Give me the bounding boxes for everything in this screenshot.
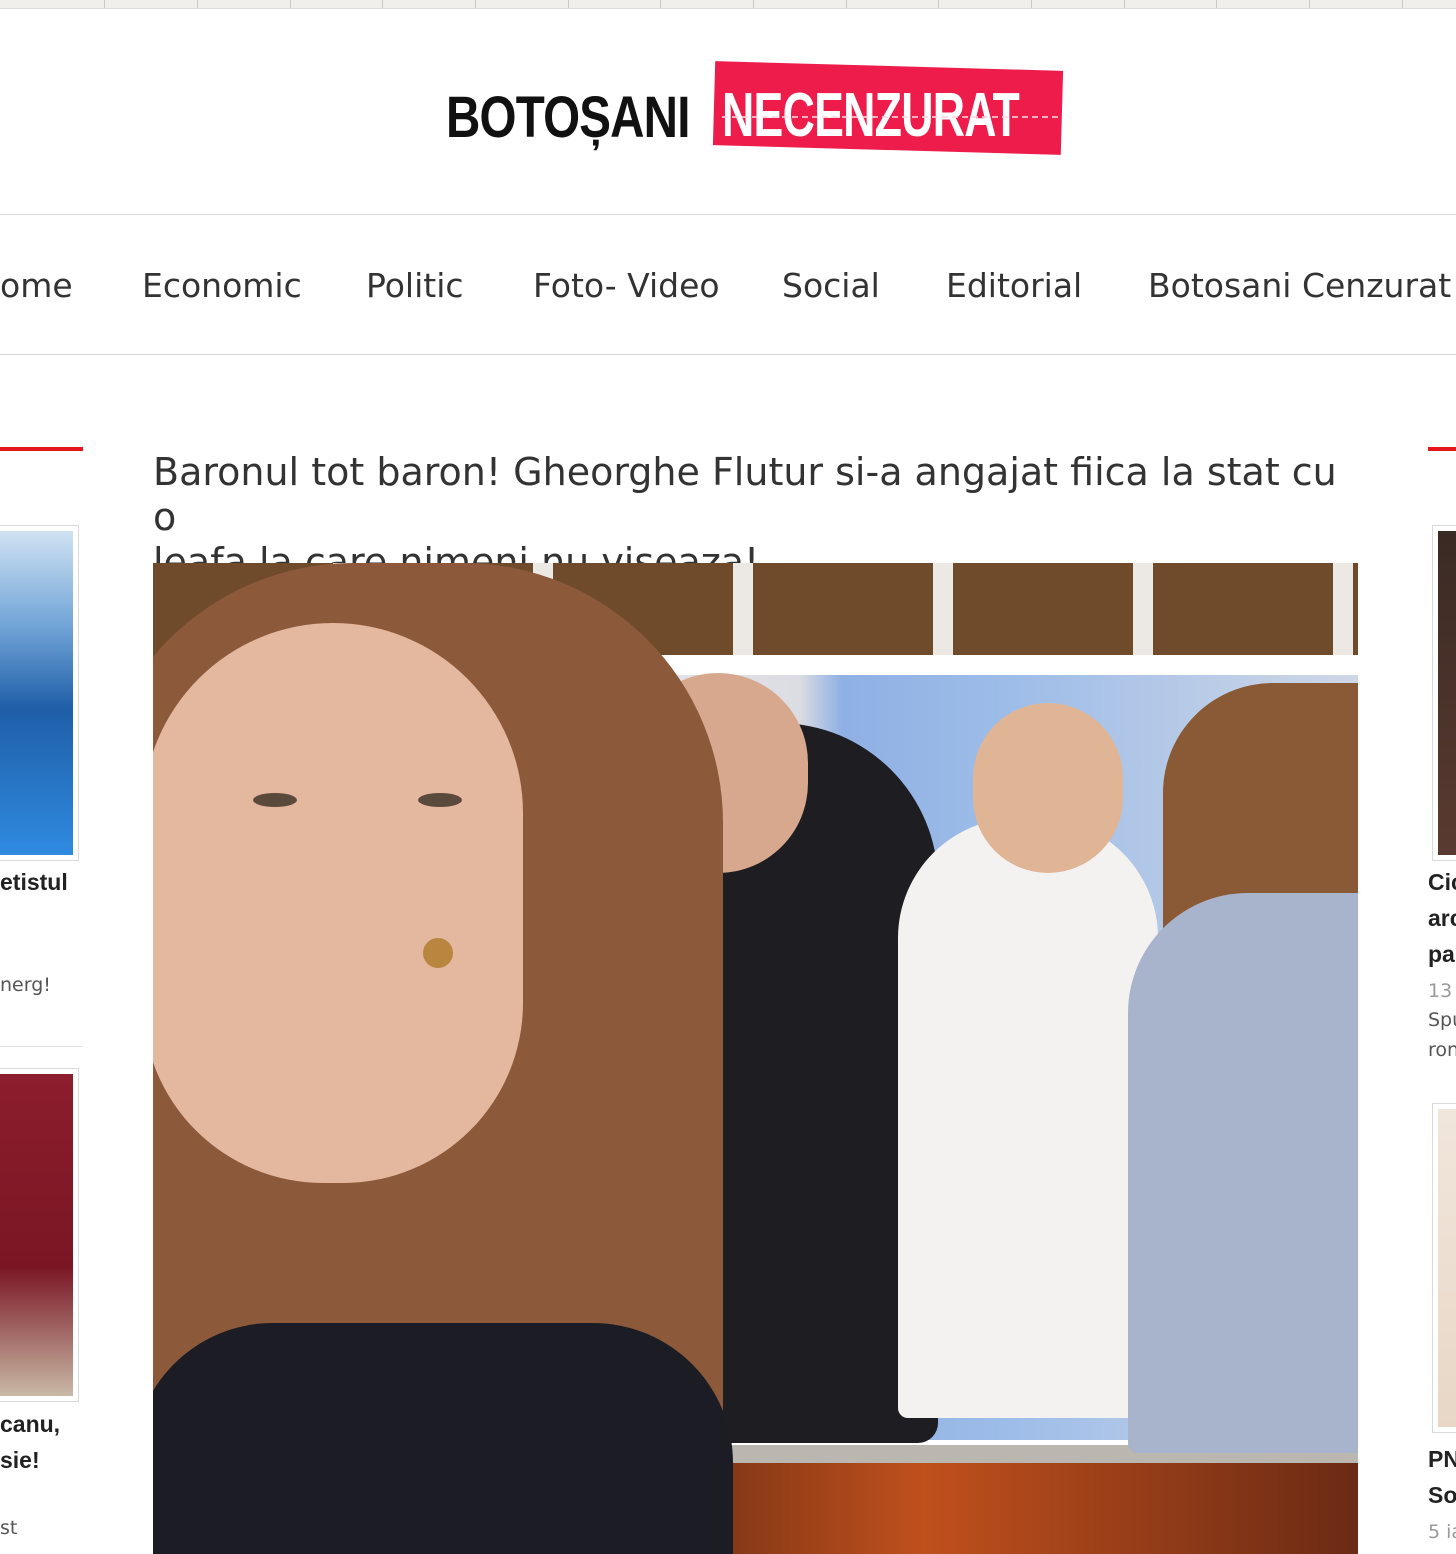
right-post1-date: 13 r (1428, 980, 1456, 1002)
article-hero-image[interactable] (153, 563, 1358, 1554)
article-title-line1: Baronul tot baron! Gheorghe Flutur si-a … (153, 450, 1337, 539)
left-post2-thumbnail[interactable] (0, 1068, 79, 1402)
left-post2-image (0, 1074, 73, 1396)
nav-item-editorial[interactable]: Editorial (946, 266, 1082, 305)
nav-item-botosani-cenzurat[interactable]: Botosani Cenzurat (1148, 266, 1451, 305)
right-post2-thumbnail[interactable] (1432, 1103, 1456, 1433)
left-post1-image (0, 531, 73, 855)
right-post1-thumbnail[interactable] (1432, 525, 1456, 861)
hero-older-woman-head (973, 703, 1123, 873)
right-post2-image (1438, 1109, 1456, 1427)
left-post2-excerpt: st (0, 1517, 18, 1539)
right-post1-image (1438, 531, 1456, 855)
hero-girl-eye (418, 793, 462, 807)
nav-top-border (0, 214, 1456, 215)
right-sidebar-accent-bar (1428, 447, 1456, 451)
hero-girl-face (153, 623, 523, 1183)
right-post2-headline-line2[interactable]: So (1428, 1477, 1456, 1514)
left-post1-excerpt: nerg! (0, 974, 51, 996)
nav-item-politic[interactable]: Politic (366, 266, 464, 305)
left-post2-headline-line2[interactable]: sie! (0, 1442, 40, 1479)
nav-item-home[interactable]: ome (0, 266, 73, 305)
right-post2-date: 5 ia (1428, 1521, 1456, 1543)
right-post1-headline-line1[interactable]: Cic (1428, 864, 1456, 901)
right-post1-excerpt-line1: Spu (1428, 1009, 1456, 1031)
hero-older-woman-figure (898, 818, 1158, 1418)
main-nav: ome Economic Politic Foto- Video Social … (0, 216, 1456, 354)
nav-item-foto-video[interactable]: Foto- Video (533, 266, 720, 305)
hero-girl-body (153, 1323, 733, 1554)
logo-zipper-line (722, 116, 1058, 118)
right-post1-excerpt-line2: ron (1428, 1039, 1456, 1061)
nav-bottom-border (0, 354, 1456, 355)
right-post1-headline-line3[interactable]: pa (1428, 936, 1455, 973)
left-sidebar-accent-bar (0, 447, 83, 451)
right-post1-headline-line2[interactable]: arc (1428, 900, 1456, 937)
logo-botosani-text: BOTOȘANI (446, 85, 690, 150)
browser-strip (0, 0, 1456, 9)
nav-item-economic[interactable]: Economic (142, 266, 302, 305)
right-post2-headline-line1[interactable]: PN (1428, 1441, 1456, 1478)
left-post1-headline[interactable]: etistul (0, 864, 68, 901)
hero-girl-earring (423, 938, 453, 968)
left-post1-thumbnail[interactable] (0, 525, 79, 861)
left-sidebar-separator (0, 1046, 83, 1047)
left-post2-headline-line1[interactable]: canu, (0, 1406, 60, 1443)
hero-girl-eye (253, 793, 297, 807)
hero-young-woman-figure (1128, 893, 1358, 1453)
nav-item-social[interactable]: Social (782, 266, 880, 305)
